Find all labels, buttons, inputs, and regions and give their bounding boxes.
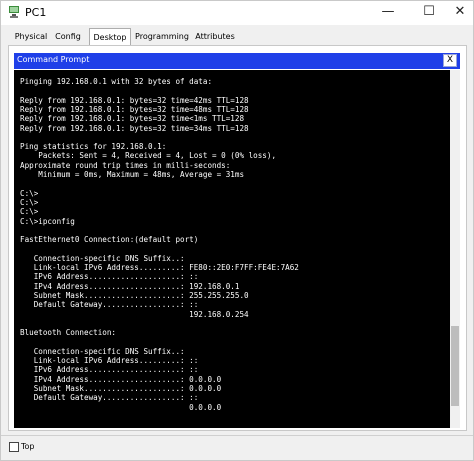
command-prompt-header: Command Prompt X <box>14 53 460 69</box>
minimize-button[interactable]: — <box>374 1 402 23</box>
console-line: Connection-specific DNS Suffix..: <box>20 253 190 263</box>
console-line: Link-local IPv6 Address.........: :: <box>20 356 199 365</box>
console-line: IPv6 Address....................: :: <box>20 272 199 282</box>
console-line: C:\> <box>20 188 39 198</box>
console-line: Link-local IPv6 Address.........: FE80::… <box>20 263 299 272</box>
console-line: Subnet Mask.....................: 255.25… <box>20 290 249 300</box>
top-label: Top <box>21 442 35 451</box>
footer-divider <box>1 435 473 436</box>
console-line: 192.168.0.254 <box>20 309 249 319</box>
title-bar[interactable]: PC1 — ☐ ✕ <box>1 1 473 25</box>
console-line: IPv4 Address....................: 0.0.0.… <box>20 374 222 384</box>
console-line: Default Gateway.................: :: <box>20 393 199 403</box>
console-line: Bluetooth Connection: <box>20 328 117 338</box>
command-prompt-title: Command Prompt <box>17 55 90 64</box>
maximize-button[interactable]: ☐ <box>415 1 443 23</box>
console-line: Minimum = 0ms, Maximum = 48ms, Average =… <box>20 170 245 179</box>
tab-attributes[interactable]: Attributes <box>193 30 237 44</box>
console-line: C:\>ipconfig <box>20 216 75 226</box>
command-prompt-console[interactable]: Pinging 192.168.0.1 with 32 bytes of dat… <box>14 70 460 428</box>
packet-tracer-pc-icon <box>9 6 19 18</box>
console-line: Pinging 192.168.0.1 with 32 bytes of dat… <box>20 77 213 86</box>
console-line: Reply from 192.168.0.1: bytes=32 time=42… <box>20 95 249 105</box>
console-line: FastEthernet0 Connection:(default port) <box>20 235 199 245</box>
console-line: C:\> <box>20 197 39 207</box>
scrollbar-thumb[interactable] <box>451 326 459 406</box>
tab-desktop[interactable]: Desktop <box>89 28 131 45</box>
console-line: C:\> <box>20 207 39 217</box>
console-line: Subnet Mask.....................: 0.0.0.… <box>20 383 222 393</box>
console-line: Reply from 192.168.0.1: bytes=32 time=34… <box>20 123 249 133</box>
window-title: PC1 <box>25 6 47 19</box>
console-line: 0.0.0.0 <box>20 402 222 412</box>
console-scrollbar[interactable] <box>450 70 460 428</box>
tab-config[interactable]: Config <box>53 30 83 44</box>
console-line: Approximate round trip times in milli-se… <box>20 160 231 170</box>
console-line: Default Gateway.................: :: <box>20 300 199 310</box>
console-line: IPv6 Address....................: :: <box>20 365 199 375</box>
tab-physical[interactable]: Physical <box>11 30 51 44</box>
tab-programming[interactable]: Programming <box>135 30 189 44</box>
close-button[interactable]: ✕ <box>446 1 474 23</box>
console-line: Reply from 192.168.0.1: bytes=32 time<1m… <box>20 114 245 124</box>
console-line: Reply from 192.168.0.1: bytes=32 time=48… <box>20 104 249 114</box>
console-line: Packets: Sent = 4, Received = 4, Lost = … <box>20 151 277 161</box>
console-line: IPv4 Address....................: 192.16… <box>20 281 240 291</box>
console-line: Ping statistics for 192.168.0.1: <box>20 142 167 152</box>
top-checkbox[interactable] <box>9 442 19 452</box>
console-line: Connection-specific DNS Suffix..: <box>20 346 190 356</box>
command-prompt-close-button[interactable]: X <box>443 54 457 67</box>
app-window: PC1 — ☐ ✕ Physical Config Desktop Progra… <box>0 0 474 461</box>
